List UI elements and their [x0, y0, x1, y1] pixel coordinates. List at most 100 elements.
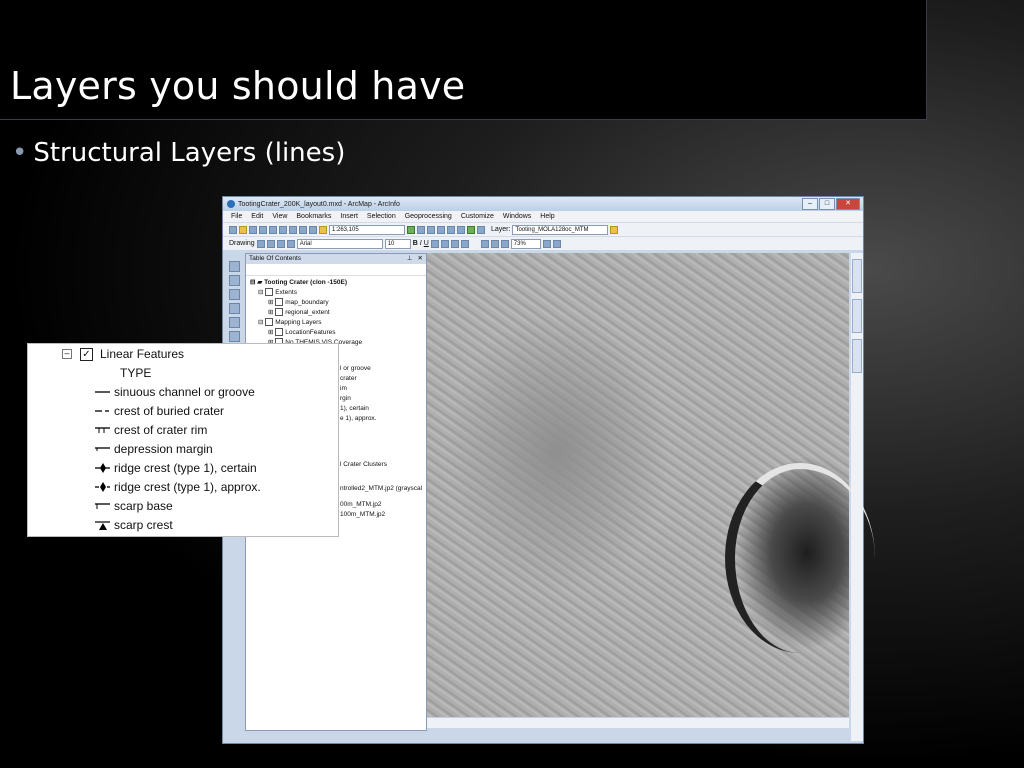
text-icon[interactable]: [286, 239, 295, 248]
pan-icon[interactable]: [229, 289, 240, 300]
toc-title: Table Of Contents: [249, 255, 302, 262]
arctoolbox-icon[interactable]: [447, 225, 455, 234]
linear-features-legend: – ✓ Linear Features TYPE sinuous channel…: [27, 343, 339, 537]
menu-view[interactable]: View: [272, 213, 287, 220]
bullet-text: Structural Layers (lines): [33, 138, 346, 168]
python-icon[interactable]: [457, 225, 465, 234]
menu-customize[interactable]: Customize: [461, 213, 494, 220]
toc-dataframe[interactable]: ⊟ ▰ Tooting Crater (clon -150E): [250, 278, 422, 288]
font-combo[interactable]: Arial: [296, 238, 383, 249]
depression-margin-symbol: [95, 447, 110, 451]
menu-windows[interactable]: Windows: [503, 213, 531, 220]
rectangle-icon[interactable]: [276, 239, 285, 248]
toc-layer[interactable]: ⊞ LocationFeatures: [250, 328, 422, 338]
bullet-dot: •: [12, 138, 28, 168]
slide-title: Layers you should have: [10, 64, 466, 108]
new-icon[interactable]: [229, 225, 237, 234]
legend-group-label: Linear Features: [100, 347, 185, 361]
paste-icon[interactable]: [289, 225, 297, 234]
search-icon[interactable]: [437, 225, 445, 234]
drawing-menu[interactable]: Drawing: [229, 240, 255, 247]
crater-rim-symbol: [95, 427, 110, 433]
toc-icon[interactable]: [417, 225, 425, 234]
focus-frame-icon[interactable]: [542, 239, 551, 248]
save-icon[interactable]: [249, 225, 257, 234]
buried-crater-symbol: [95, 410, 109, 412]
layer-label: Layer:: [491, 226, 511, 233]
cut-icon[interactable]: [269, 225, 277, 234]
toc-group-mapping[interactable]: ⊟ Mapping Layers: [250, 318, 422, 328]
legend-item: crest of crater rim: [94, 421, 207, 439]
print-icon[interactable]: [259, 225, 267, 234]
toc-group-extents[interactable]: ⊟ Extents: [250, 288, 422, 298]
fixed-zoom-in-icon[interactable]: [229, 317, 240, 328]
search-tab[interactable]: [852, 339, 862, 373]
catalog-tab[interactable]: [852, 299, 862, 333]
bullet-point: • Structural Layers (lines): [12, 138, 345, 168]
editor-icon[interactable]: [407, 225, 415, 234]
scarp-crest-symbol: [95, 521, 110, 530]
menu-file[interactable]: File: [231, 213, 242, 220]
zoom-out-layout-icon[interactable]: [490, 239, 499, 248]
copy-icon[interactable]: [279, 225, 287, 234]
font-color-icon[interactable]: [430, 239, 439, 248]
menu-insert[interactable]: Insert: [340, 213, 358, 220]
select-elements-icon[interactable]: [256, 239, 265, 248]
ridge-approx-symbol: [95, 482, 110, 492]
pan-layout-icon[interactable]: [500, 239, 509, 248]
undo-icon[interactable]: [309, 225, 317, 234]
toc-layer[interactable]: ⊞ map_boundary: [250, 298, 422, 308]
rotate-icon[interactable]: [266, 239, 275, 248]
sinuous-channel-symbol: [95, 391, 110, 393]
underline-button[interactable]: U: [424, 240, 429, 247]
open-icon[interactable]: [239, 225, 247, 234]
scale-combo[interactable]: 1:263,105: [329, 224, 405, 235]
map-view[interactable]: [427, 253, 875, 717]
layer-combo[interactable]: Tooting_MOLA128oc_MTM: [512, 224, 609, 235]
maximize-button[interactable]: □: [819, 198, 835, 210]
toc-header: Table Of Contents ✕ ⊥: [246, 254, 426, 264]
drawing-toolbar: Drawing Arial 10 B I U 73%: [223, 236, 863, 250]
zoom-out-icon[interactable]: [229, 275, 240, 286]
collapse-icon[interactable]: –: [62, 349, 72, 359]
menu-edit[interactable]: Edit: [251, 213, 263, 220]
legend-item: scarp crest: [94, 516, 173, 534]
help-icon[interactable]: [477, 225, 485, 234]
change-layout-icon[interactable]: [552, 239, 561, 248]
menu-geoprocessing[interactable]: Geoprocessing: [405, 213, 452, 220]
italic-button[interactable]: I: [420, 240, 422, 247]
add-data-icon[interactable]: [319, 225, 327, 234]
toc-layer[interactable]: ⊞ regional_extent: [250, 308, 422, 318]
fill-color-icon[interactable]: [440, 239, 449, 248]
menu-help[interactable]: Help: [540, 213, 554, 220]
marker-color-icon[interactable]: [460, 239, 469, 248]
menu-bookmarks[interactable]: Bookmarks: [296, 213, 331, 220]
menu-selection[interactable]: Selection: [367, 213, 396, 220]
bold-button[interactable]: B: [413, 240, 418, 247]
modelbuilder-icon[interactable]: [467, 225, 475, 234]
scarp-base-symbol: [95, 503, 110, 509]
layer-checkbox[interactable]: ✓: [80, 347, 93, 361]
zoom-in-icon[interactable]: [229, 261, 240, 272]
ridge-certain-symbol: [95, 463, 110, 473]
menu-bar: File Edit View Bookmarks Insert Selectio…: [223, 211, 863, 222]
fixed-zoom-out-icon[interactable]: [229, 331, 240, 342]
zoom-combo[interactable]: 73%: [510, 238, 541, 249]
catalog-icon[interactable]: [427, 225, 435, 234]
arctoolbox-tab[interactable]: [852, 259, 862, 293]
legend-field: TYPE: [120, 366, 152, 380]
window-titlebar[interactable]: TootingCrater_200K_layout0.mxd - ArcMap …: [223, 197, 863, 211]
line-color-icon[interactable]: [450, 239, 459, 248]
window-title: TootingCrater_200K_layout0.mxd - ArcMap …: [238, 200, 400, 208]
legend-item: depression margin: [94, 440, 213, 458]
full-extent-icon[interactable]: [229, 303, 240, 314]
layer-tool-icon[interactable]: [610, 225, 619, 234]
tools-toolbar: [229, 261, 243, 342]
toc-pin-icon[interactable]: ⊥: [407, 254, 413, 264]
zoom-in-layout-icon[interactable]: [480, 239, 489, 248]
toc-close-icon[interactable]: ✕: [418, 254, 423, 264]
minimize-button[interactable]: –: [802, 198, 818, 210]
delete-icon[interactable]: [299, 225, 307, 234]
font-size-combo[interactable]: 10: [384, 238, 411, 249]
close-button[interactable]: ✕: [836, 198, 860, 210]
